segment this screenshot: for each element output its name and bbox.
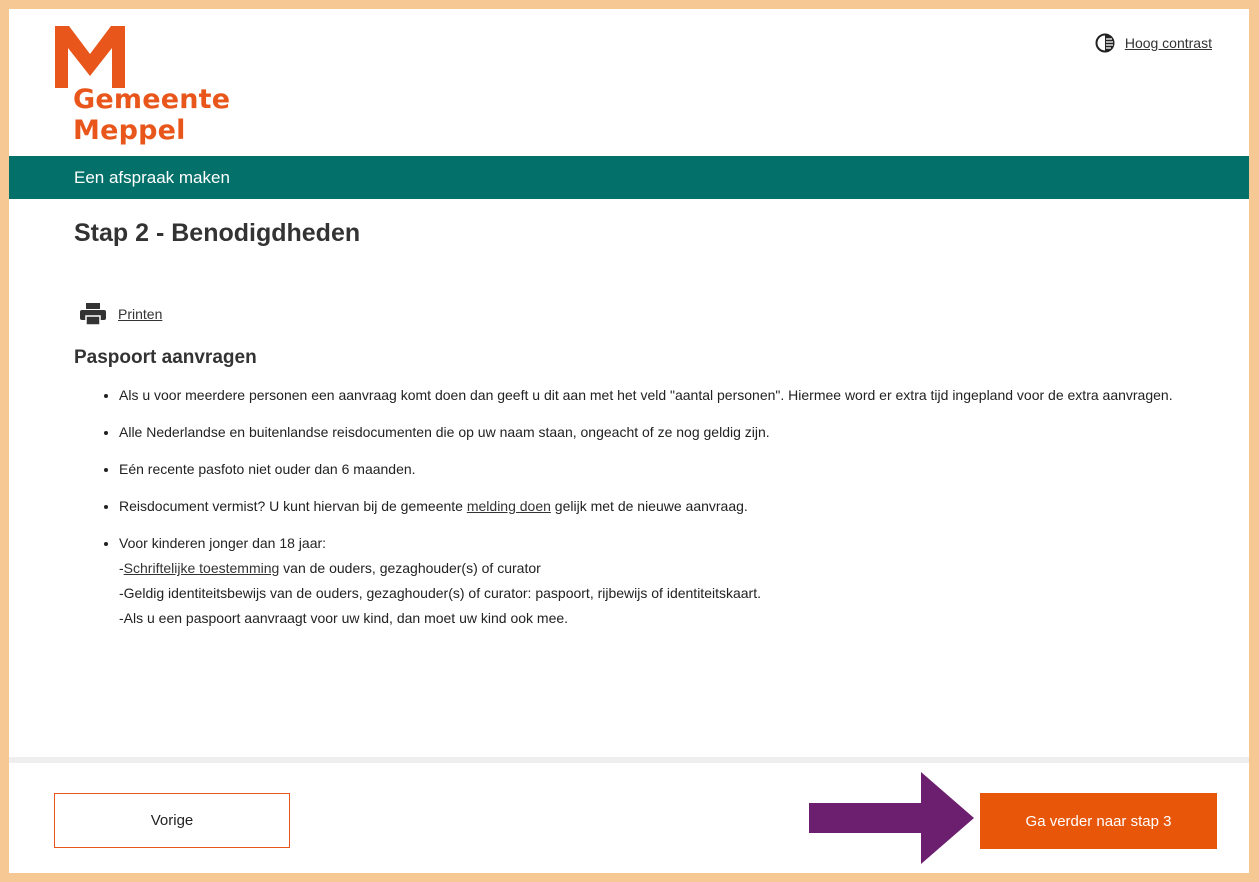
- list-item: Alle Nederlandse en buitenlandse reisdoc…: [119, 420, 1239, 445]
- children-line1-rest: van de ouders, gezaghouder(s) of curator: [279, 560, 541, 576]
- list-item: Reisdocument vermist? U kunt hiervan bij…: [119, 494, 1239, 519]
- children-line2: -Geldig identiteitsbewijs van de ouders,…: [119, 585, 761, 601]
- page-title: Stap 2 - Benodigdheden: [74, 219, 361, 247]
- banner-title: Een afspraak maken: [74, 168, 230, 187]
- contrast-toggle: Hoog contrast: [1095, 33, 1212, 53]
- gemeente-meppel-logo[interactable]: Gemeente Meppel: [55, 26, 235, 156]
- logo-text: Gemeente Meppel: [73, 84, 230, 146]
- contrast-link[interactable]: Hoog contrast: [1125, 35, 1212, 51]
- banner: Een afspraak maken: [9, 156, 1249, 199]
- section-title: Paspoort aanvragen: [74, 347, 257, 368]
- contrast-icon[interactable]: [1095, 33, 1115, 53]
- children-line3: -Als u een paspoort aanvraagt voor uw ki…: [119, 610, 569, 626]
- print-link[interactable]: Printen: [118, 306, 162, 322]
- list-item: Eén recente pasfoto niet ouder dan 6 maa…: [119, 457, 1239, 482]
- requirements-list: Als u voor meerdere personen een aanvraa…: [74, 383, 1239, 643]
- m-logo-icon: [55, 26, 125, 88]
- print-action[interactable]: Printen: [80, 303, 162, 325]
- bullet4-after: gelijk met de nieuwe aanvraag.: [550, 498, 748, 514]
- footer-divider: [9, 757, 1249, 763]
- previous-button[interactable]: Vorige: [54, 793, 290, 848]
- page-frame: Gemeente Meppel Hoog contrast Een afspra…: [9, 9, 1249, 873]
- schriftelijke-toestemming-link[interactable]: Schriftelijke toestemming: [124, 560, 280, 576]
- melding-doen-link[interactable]: melding doen: [467, 498, 551, 514]
- logo-line2: Meppel: [73, 115, 186, 146]
- list-item: Voor kinderen jonger dan 18 jaar: -Schri…: [119, 531, 1239, 631]
- purple-arrow-icon: [809, 772, 974, 864]
- children-intro: Voor kinderen jonger dan 18 jaar:: [119, 535, 327, 551]
- list-item: Als u voor meerdere personen een aanvraa…: [119, 383, 1239, 408]
- printer-icon[interactable]: [80, 303, 106, 325]
- logo-line1: Gemeente: [73, 84, 231, 115]
- next-step-button[interactable]: Ga verder naar stap 3: [980, 793, 1217, 849]
- bullet4-before: Reisdocument vermist? U kunt hiervan bij…: [119, 498, 467, 514]
